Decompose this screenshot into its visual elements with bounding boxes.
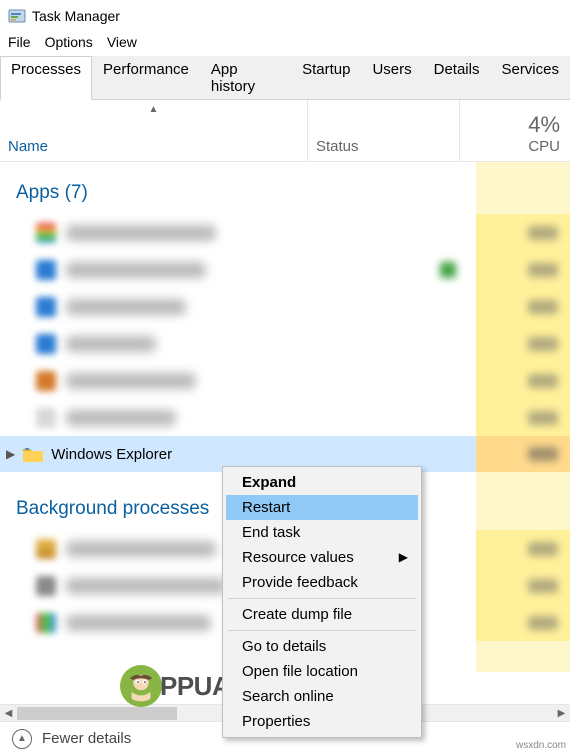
menu-view[interactable]: View	[103, 32, 147, 52]
table-row[interactable]	[0, 214, 570, 251]
tab-users[interactable]: Users	[361, 56, 422, 99]
tab-startup[interactable]: Startup	[291, 56, 361, 99]
ctx-separator	[228, 598, 416, 599]
column-headers: ▲ Name Status 4% CPU	[0, 100, 570, 162]
scroll-left-button[interactable]: ◀	[0, 705, 17, 722]
ctx-restart[interactable]: Restart	[226, 495, 418, 520]
fewer-details-label: Fewer details	[42, 730, 131, 747]
column-name-label: Name	[8, 138, 48, 155]
menu-bar: File Options View	[0, 30, 570, 56]
ctx-create-dump[interactable]: Create dump file	[226, 602, 418, 627]
table-row[interactable]	[0, 288, 570, 325]
table-row[interactable]	[0, 399, 570, 436]
ctx-end-task[interactable]: End task	[226, 520, 418, 545]
tab-services[interactable]: Services	[490, 56, 570, 99]
watermark-logo-icon	[120, 665, 162, 707]
ctx-separator	[228, 630, 416, 631]
ctx-properties[interactable]: Properties	[226, 709, 418, 734]
column-cpu[interactable]: 4% CPU	[460, 100, 570, 161]
watermark-domain: wsxdn.com	[516, 740, 566, 751]
chevron-right-icon[interactable]: ▶	[6, 447, 15, 461]
fewer-details-toggle[interactable]: ▲	[12, 729, 32, 749]
column-status-label: Status	[316, 138, 359, 155]
ctx-provide-feedback[interactable]: Provide feedback	[226, 570, 418, 595]
ctx-resource-values[interactable]: Resource values ▶	[226, 545, 418, 570]
tab-app-history[interactable]: App history	[200, 56, 291, 99]
tab-processes[interactable]: Processes	[0, 56, 92, 100]
column-status[interactable]: Status	[308, 100, 460, 161]
ctx-expand[interactable]: Expand	[226, 470, 418, 495]
tab-bar: Processes Performance App history Startu…	[0, 56, 570, 100]
menu-file[interactable]: File	[4, 32, 41, 52]
ctx-search-online[interactable]: Search online	[226, 684, 418, 709]
table-row[interactable]	[0, 251, 570, 288]
column-cpu-label: CPU	[528, 138, 560, 155]
tab-details[interactable]: Details	[423, 56, 491, 99]
title-bar: Task Manager	[0, 0, 570, 30]
cpu-percent-value: 4%	[528, 112, 560, 138]
chevron-right-icon: ▶	[399, 550, 408, 564]
ctx-go-to-details[interactable]: Go to details	[226, 634, 418, 659]
window-title: Task Manager	[32, 8, 120, 24]
tab-performance[interactable]: Performance	[92, 56, 200, 99]
scroll-right-button[interactable]: ▶	[553, 705, 570, 722]
explorer-folder-icon	[23, 446, 43, 462]
process-name-label: Windows Explorer	[51, 446, 172, 463]
context-menu: Expand Restart End task Resource values …	[222, 466, 422, 738]
scroll-thumb[interactable]	[17, 707, 177, 720]
ctx-resource-values-label: Resource values	[242, 549, 354, 566]
sort-indicator-icon: ▲	[149, 104, 159, 115]
table-row[interactable]	[0, 362, 570, 399]
menu-options[interactable]: Options	[41, 32, 103, 52]
ctx-open-file-location[interactable]: Open file location	[226, 659, 418, 684]
task-manager-icon	[8, 7, 26, 25]
column-name[interactable]: ▲ Name	[0, 100, 308, 161]
table-row[interactable]	[0, 325, 570, 362]
